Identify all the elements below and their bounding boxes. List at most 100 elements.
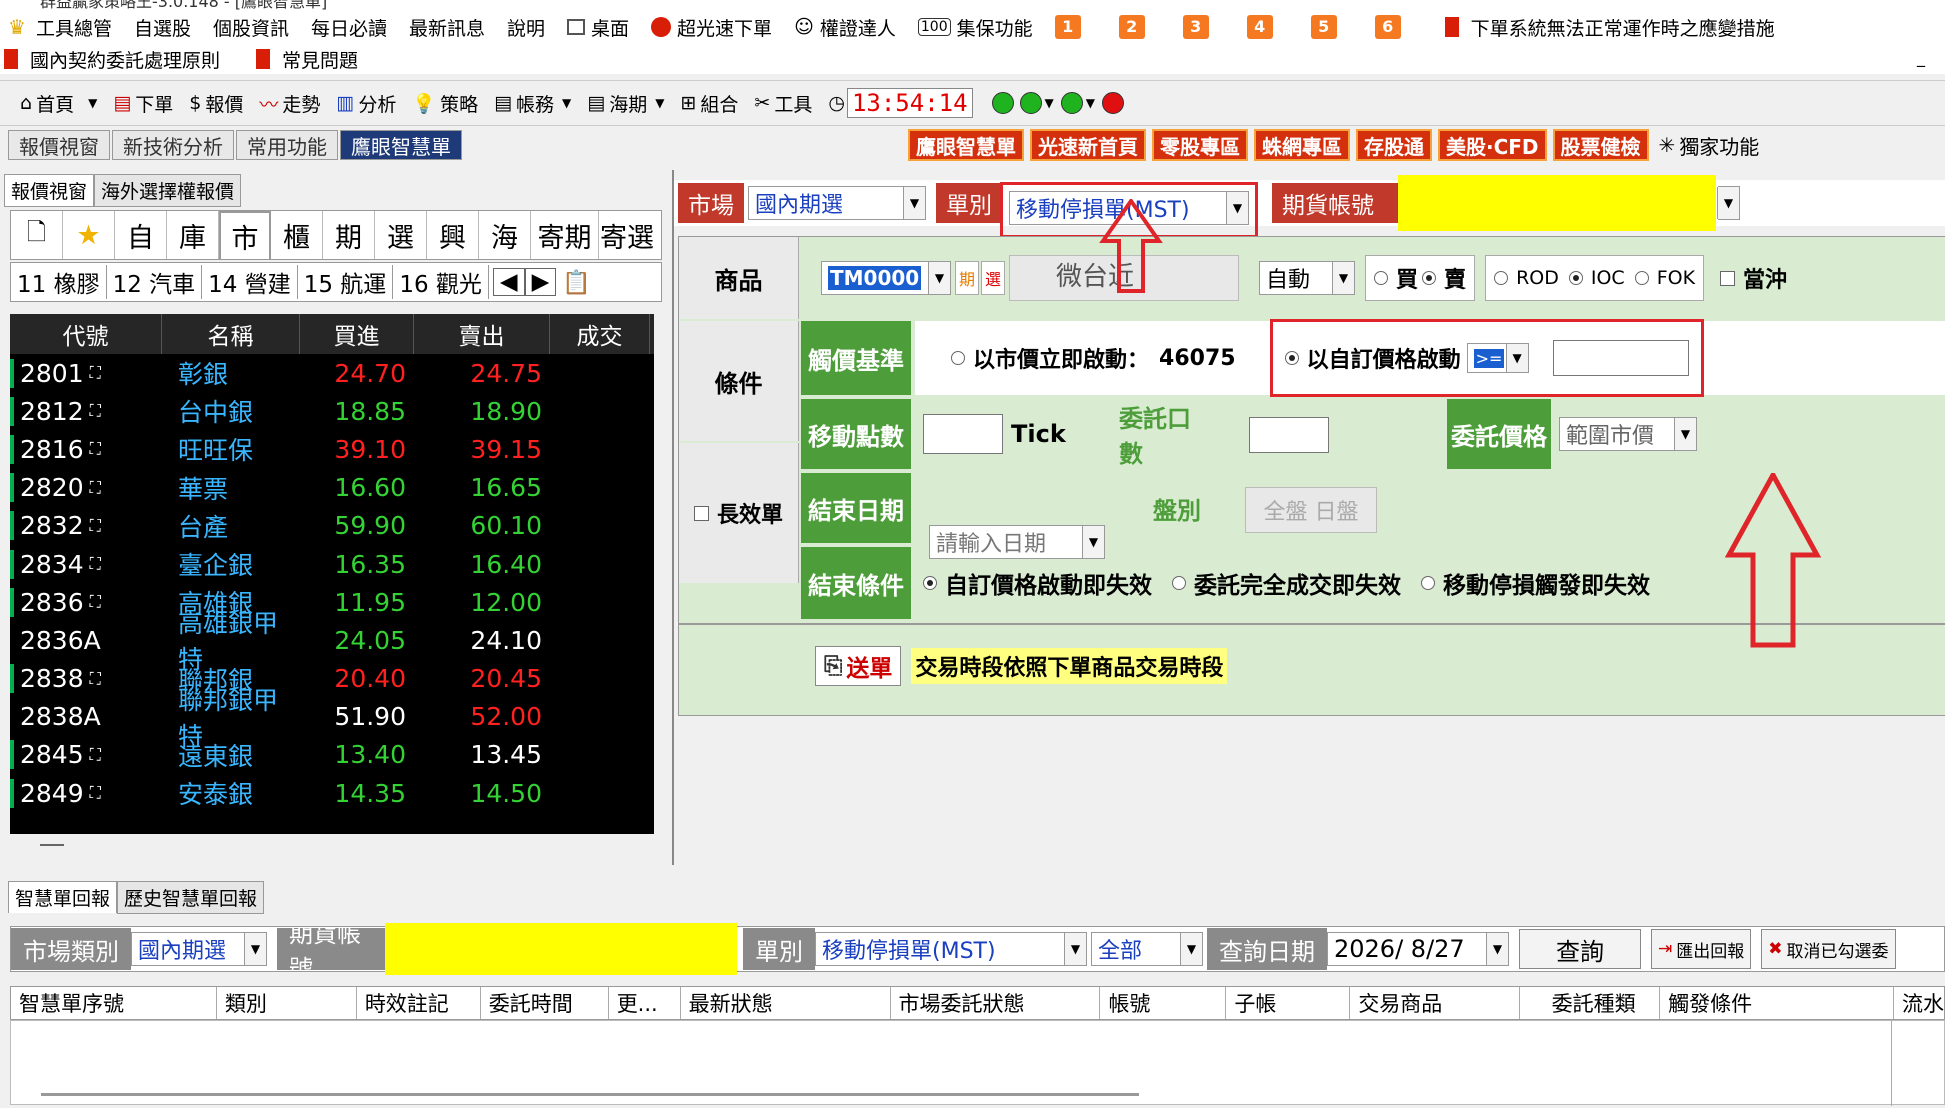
fok-radio[interactable] (1634, 271, 1649, 285)
scroll-right-icon[interactable]: ▶ (524, 268, 557, 296)
endcond-filled-radio[interactable] (1172, 576, 1186, 590)
table-row[interactable]: 2836 ⛶ 高雄銀 11.95 12.00 (10, 583, 654, 621)
session-buttons[interactable]: 全盤 日盤 (1245, 487, 1377, 533)
category-consign-futures[interactable]: 寄期 (531, 211, 599, 259)
send-order-button[interactable]: ⎘ 送單 (815, 646, 902, 686)
col-category[interactable]: 類別 (217, 987, 357, 1019)
product-code-select[interactable]: TM0000 ▼ (821, 261, 951, 295)
menu-item-tools[interactable]: 工具總管 (36, 14, 112, 41)
toolbar-overseas-futures[interactable]: ▤ 海期 ▼ (587, 90, 664, 117)
endcond-custom-radio[interactable] (923, 576, 937, 590)
menu-item-news[interactable]: 最新訊息 (409, 14, 485, 41)
table-row[interactable]: 2812 ⛶ 台中銀 18.85 18.90 (10, 392, 654, 430)
custom-price-input[interactable] (1552, 340, 1689, 376)
category-inventory[interactable]: 庫 (167, 211, 219, 259)
report-type-select[interactable]: 移動停損單(MST) ▼ (815, 932, 1087, 966)
horizontal-scrollbar[interactable] (41, 1093, 1139, 1096)
chevron-down-icon[interactable]: ▼ (1674, 418, 1696, 450)
quick-odd-lot-button[interactable]: 零股專區 (1152, 129, 1248, 161)
col-sub-account[interactable]: 子帳 (1226, 987, 1351, 1019)
table-row[interactable]: 2832 ⛶ 台產 59.90 60.10 (10, 507, 654, 545)
clipboard-icon[interactable]: 📋 (556, 269, 597, 296)
category-otc[interactable]: 櫃 (271, 211, 323, 259)
shortcut-1-button[interactable]: 1 (1054, 15, 1081, 39)
chevron-down-icon[interactable]: ▼ (1064, 933, 1086, 965)
table-row[interactable]: 2816 ⛶ 旺旺保 39.10 39.15 (10, 430, 654, 468)
report-market-select[interactable]: 國內期選 ▼ (131, 932, 267, 966)
table-row[interactable]: 2838A 聯邦銀甲特 51.90 52.00 (10, 686, 654, 751)
tab-overseas-options[interactable]: 海外選擇權報價 (94, 174, 242, 207)
exclusive-functions-button[interactable]: ✳ 獨家功能 (1659, 131, 1760, 160)
chevron-down-icon[interactable]: ▼ (1486, 933, 1508, 965)
category-futures[interactable]: 期 (323, 211, 375, 259)
export-report-button[interactable]: ⇥ 匯出回報 (1651, 929, 1752, 969)
column-header-name[interactable]: 名稱 (162, 314, 300, 354)
report-status-select[interactable]: 全部 ▼ (1091, 932, 1203, 966)
menu-item-desktop[interactable]: 桌面 (567, 14, 629, 41)
toolbar-account[interactable]: ▤ 帳務 ▼ (494, 90, 571, 117)
chevron-down-icon[interactable]: ▼ (1332, 262, 1355, 294)
menu-item-custody[interactable]: 100 集保功能 (917, 14, 1033, 41)
col-trigger-condition[interactable]: 觸發條件 (1660, 987, 1895, 1019)
panel-resize-handle[interactable] (40, 844, 64, 846)
menu-item-contingency[interactable]: 下單系統無法正常運作時之應變措施 (1439, 14, 1775, 41)
table-row[interactable]: 2849 ⛶ 安泰銀 14.35 14.50 (10, 774, 654, 812)
trigger-market-radio[interactable] (951, 351, 965, 365)
col-latest-status[interactable]: 最新狀態 (681, 987, 891, 1019)
chevron-down-icon[interactable]: ▼ (562, 96, 571, 110)
chevron-down-icon[interactable]: ▼ (928, 262, 950, 294)
trigger-custom-radio[interactable] (1284, 351, 1299, 365)
col-product[interactable]: 交易商品 (1350, 987, 1521, 1019)
col-validity[interactable]: 時效註記 (357, 987, 481, 1019)
toolbar-home[interactable]: ⌂ 首頁 ▼ (20, 90, 97, 117)
column-header-bid[interactable]: 買進 (300, 314, 414, 354)
table-row[interactable]: 2845 ⛶ 遠東銀 13.40 13.45 (10, 736, 654, 774)
options-button[interactable]: 選 (981, 261, 1006, 295)
buy-radio[interactable] (1374, 271, 1389, 285)
category-consign-options[interactable]: 寄選 (599, 211, 655, 259)
chevron-down-icon[interactable]: ▼ (244, 933, 266, 965)
report-account-select[interactable] (385, 923, 737, 975)
rod-radio[interactable] (1494, 271, 1509, 285)
toolbar-trend[interactable]: 〰走勢 (259, 90, 320, 117)
quick-stock-saving-button[interactable]: 存股通 (1356, 129, 1432, 161)
query-date-select[interactable]: 2026/ 8/27 ▼ (1327, 932, 1509, 966)
shortcut-3-button[interactable]: 3 (1182, 15, 1209, 39)
toolbar-tools[interactable]: ✂ 工具 (754, 90, 812, 117)
quick-stock-checkup-button[interactable]: 股票健檢 (1552, 129, 1649, 161)
chevron-down-icon[interactable]: ▼ (1045, 96, 1054, 110)
move-ticks-input[interactable] (923, 414, 1003, 454)
tab-smart-order-report[interactable]: 智慧單回報 (8, 881, 118, 913)
chevron-down-icon[interactable]: ▼ (1180, 933, 1202, 965)
shortcut-6-button[interactable]: 6 (1374, 15, 1401, 39)
account-dropdown[interactable]: ▼ (1717, 186, 1740, 220)
table-row[interactable]: 2801 ⛶ 彰銀 24.70 24.75 (10, 354, 654, 392)
ioc-radio[interactable] (1568, 271, 1583, 285)
column-header-ask[interactable]: 賣出 (414, 314, 550, 354)
query-button[interactable]: 查詢 (1519, 929, 1641, 969)
document-icon[interactable]: 🗋 (11, 211, 63, 259)
menu-item-warrant[interactable]: ☺ 權證達人 (794, 14, 896, 41)
futures-account-select[interactable] (1398, 175, 1716, 231)
futures-button[interactable]: 期 (955, 261, 980, 295)
favorite-star-icon[interactable]: ★ (63, 211, 115, 259)
subcategory-auto[interactable]: 12 汽車 (107, 265, 203, 299)
menu-item-daily[interactable]: 每日必讀 (311, 14, 387, 41)
table-row[interactable]: 2836A 高雄銀甲特 24.05 24.10 (10, 609, 654, 674)
toolbar-strategy[interactable]: 💡 策略 (412, 90, 478, 117)
subcategory-construction[interactable]: 14 營建 (202, 265, 298, 299)
toolbar-quote[interactable]: $ 報價 (189, 90, 243, 117)
chevron-down-icon[interactable]: ▼ (903, 187, 925, 219)
price-select[interactable]: 範圍市價 ▼ (1559, 417, 1697, 451)
quick-us-stock-cfd-button[interactable]: 美股·CFD (1438, 129, 1547, 161)
col-serial[interactable]: 流水 (1894, 987, 1944, 1019)
tab-eagle-eye[interactable]: 鷹眼智慧單 (340, 130, 462, 160)
column-header-code[interactable]: 代號 (10, 314, 162, 354)
table-row[interactable]: 2820 ⛶ 華票 16.60 16.65 (10, 469, 654, 507)
tab-quote-window-left[interactable]: 報價視窗 (4, 174, 95, 207)
col-smart-order-no[interactable]: 智慧單序號 (11, 987, 217, 1019)
quick-spider-web-button[interactable]: 蛛網專區 (1254, 129, 1350, 161)
toolbar-order[interactable]: ▤ 下單 (113, 90, 173, 117)
daytrade-checkbox[interactable] (1720, 270, 1736, 286)
col-update[interactable]: 更... (609, 987, 681, 1019)
